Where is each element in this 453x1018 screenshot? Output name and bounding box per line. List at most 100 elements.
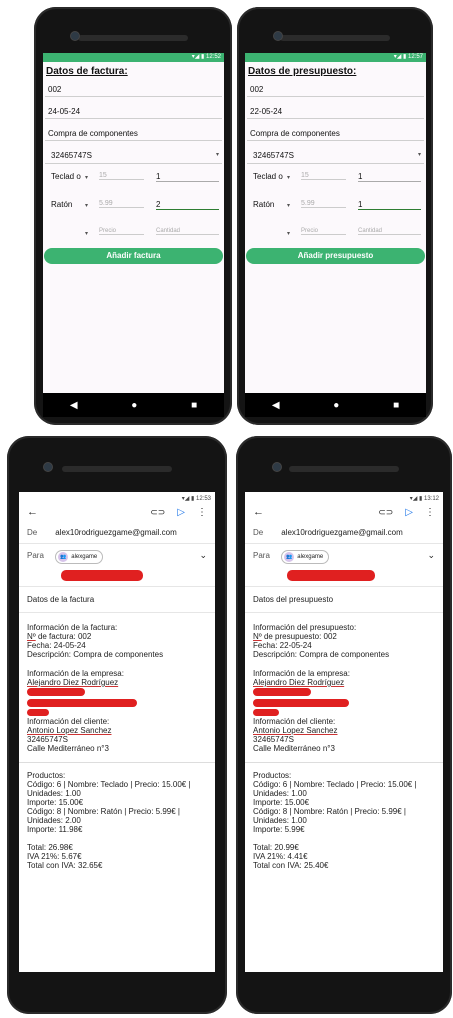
client-select[interactable]: 32465747S ▾ — [45, 151, 222, 164]
description-input[interactable]: Compra de componentes — [247, 129, 424, 141]
client-select[interactable]: 32465747S ▾ — [247, 151, 424, 164]
attach-icon[interactable]: ⊂⊃ — [378, 507, 393, 518]
more-icon[interactable]: ⋮ — [197, 507, 207, 518]
number-input[interactable]: 002 — [247, 85, 424, 97]
app-screen: ▾◢ ▮ 12:52 Datos de factura: 002 24-05-2… — [43, 53, 224, 393]
product-line: Importe: 15.00€ — [253, 798, 310, 807]
client-name: Antonio Lopez Sanchez — [253, 726, 338, 735]
product-line: Unidades: 1.00 — [253, 789, 307, 798]
quantity-input[interactable]: 2 — [156, 200, 219, 210]
to-row: Para 👥 alexgame ⌄ — [19, 544, 215, 587]
phone-camera — [70, 31, 80, 41]
phone-budget-form: ▾◢ ▮ 12:57 Datos de presupuesto: 002 22-… — [237, 7, 433, 425]
total-with-iva: Total con IVA: 25.40€ — [253, 861, 329, 870]
send-icon[interactable]: ▷ — [177, 507, 185, 518]
description-input[interactable]: Compra de componentes — [45, 129, 222, 141]
email-screen: ▾◢ ▮ 12:53 ← ⊂⊃ ▷ ⋮ De alex10rodriguezga… — [19, 492, 215, 972]
quantity-input[interactable]: 1 — [156, 172, 219, 182]
client-address: Calle Mediterráneo n°3 — [27, 744, 109, 753]
product-dropdown-icon[interactable]: ▾ — [85, 200, 99, 209]
email-body[interactable]: Información del presupuesto: Nº de presu… — [245, 613, 443, 870]
product-line: Importe: 5.99€ — [253, 825, 305, 834]
product-dropdown-icon[interactable]: ▾ — [287, 228, 301, 237]
add-invoice-button[interactable]: Añadir factura — [44, 248, 223, 264]
doc-header: Información del presupuesto: — [253, 623, 357, 632]
chevron-down-icon[interactable]: ⌄ — [199, 550, 207, 561]
back-arrow-icon[interactable]: ← — [253, 506, 264, 518]
price-input[interactable]: 15 — [301, 172, 346, 180]
date-input[interactable]: 24-05-24 — [45, 107, 222, 119]
price-input[interactable]: Precio — [99, 228, 144, 235]
recipient-chip[interactable]: 👥 alexgame — [55, 550, 104, 564]
total: Total: 20.99€ — [253, 843, 299, 852]
product-line: Código: 8 | Nombre: Ratón | Precio: 5.99… — [253, 807, 406, 816]
products-header: Productos: — [253, 771, 292, 780]
doc-header: Información de la factura: — [27, 623, 118, 632]
status-bar: ▾◢ ▮ 12:53 — [181, 496, 211, 502]
more-icon[interactable]: ⋮ — [425, 507, 435, 518]
phone-speaker — [280, 35, 390, 41]
phone-camera — [272, 462, 282, 472]
home-icon[interactable]: ● — [131, 400, 137, 411]
subject-field[interactable]: Datos del presupuesto — [245, 587, 443, 613]
product-name: Ratón — [51, 200, 73, 209]
product-line: Unidades: 2.00 — [27, 816, 81, 825]
send-icon[interactable]: ▷ — [405, 507, 413, 518]
product-dropdown-icon[interactable]: ▾ — [85, 228, 99, 237]
to-label: Para — [253, 551, 270, 560]
product-line: Unidades: 1.00 — [253, 816, 307, 825]
product-dropdown-icon[interactable]: ▾ — [287, 200, 301, 209]
from-row: De alex10rodriguezgame@gmail.com — [245, 522, 443, 544]
quantity-input[interactable]: 1 — [358, 200, 421, 210]
product-dropdown-icon[interactable]: ▾ — [85, 172, 99, 181]
products-header: Productos: — [27, 771, 66, 780]
product-name: Teclad o — [253, 172, 283, 181]
email-body[interactable]: Información de la factura: Nº de factura… — [19, 613, 215, 870]
back-icon[interactable]: ◀ — [272, 400, 280, 411]
price-input[interactable]: 5.99 — [301, 200, 346, 208]
client-header: Información del cliente: — [253, 717, 336, 726]
doc-description: Descripción: Compra de componentes — [27, 650, 164, 659]
attach-icon[interactable]: ⊂⊃ — [150, 507, 165, 518]
client-select-value: 32465747S — [253, 151, 294, 160]
client-address: Calle Mediterráneo n°3 — [253, 744, 335, 753]
quantity-input[interactable]: Cantidad — [358, 228, 421, 235]
product-row: Ratón ▾ 5.99 2 — [45, 200, 222, 220]
company-name: Alejandro Diez Rodríguez — [253, 678, 345, 687]
doc-date: Fecha: 24-05-24 — [27, 641, 86, 650]
nav-bar: ◀ ● ■ — [43, 393, 224, 417]
redacted-company-line — [253, 699, 349, 707]
phone-speaker — [78, 35, 188, 41]
phone-invoice-email: ▾◢ ▮ 12:53 ← ⊂⊃ ▷ ⋮ De alex10rodriguezga… — [7, 436, 227, 1014]
company-header: Información de la empresa: — [253, 669, 350, 678]
quantity-input[interactable]: 1 — [358, 172, 421, 182]
home-icon[interactable]: ● — [333, 400, 339, 411]
price-input[interactable]: 5.99 — [99, 200, 144, 208]
product-dropdown-icon[interactable]: ▾ — [287, 172, 301, 181]
add-budget-button[interactable]: Añadir presupuesto — [246, 248, 425, 264]
number-input[interactable]: 002 — [45, 85, 222, 97]
redacted-company-line — [253, 688, 311, 696]
price-input[interactable]: Precio — [301, 228, 346, 235]
chevron-down-icon[interactable]: ⌄ — [427, 550, 435, 561]
quantity-input[interactable]: Cantidad — [156, 228, 219, 235]
client-select-value: 32465747S — [51, 151, 92, 160]
date-input[interactable]: 22-05-24 — [247, 107, 424, 119]
from-address: alex10rodriguezgame@gmail.com — [281, 528, 403, 537]
back-arrow-icon[interactable]: ← — [27, 506, 38, 518]
subject-field[interactable]: Datos de la factura — [19, 587, 215, 613]
price-input[interactable]: 15 — [99, 172, 144, 180]
phone-camera — [43, 462, 53, 472]
back-icon[interactable]: ◀ — [70, 400, 78, 411]
recipient-chip[interactable]: 👥 alexgame — [281, 550, 330, 564]
redacted-recipient — [287, 570, 375, 581]
redacted-company-line — [27, 688, 85, 696]
avatar-icon: 👥 — [58, 552, 69, 562]
to-label: Para — [27, 551, 44, 560]
status-bar: ▾◢ ▮ 12:52 — [43, 53, 224, 62]
phone-budget-email: ▾◢ ▮ 13:12 ← ⊂⊃ ▷ ⋮ De alex10rodriguezga… — [236, 436, 452, 1014]
recents-icon[interactable]: ■ — [393, 400, 399, 411]
client-id: 32465747S — [27, 735, 68, 744]
recents-icon[interactable]: ■ — [191, 400, 197, 411]
redacted-recipient — [61, 570, 143, 581]
